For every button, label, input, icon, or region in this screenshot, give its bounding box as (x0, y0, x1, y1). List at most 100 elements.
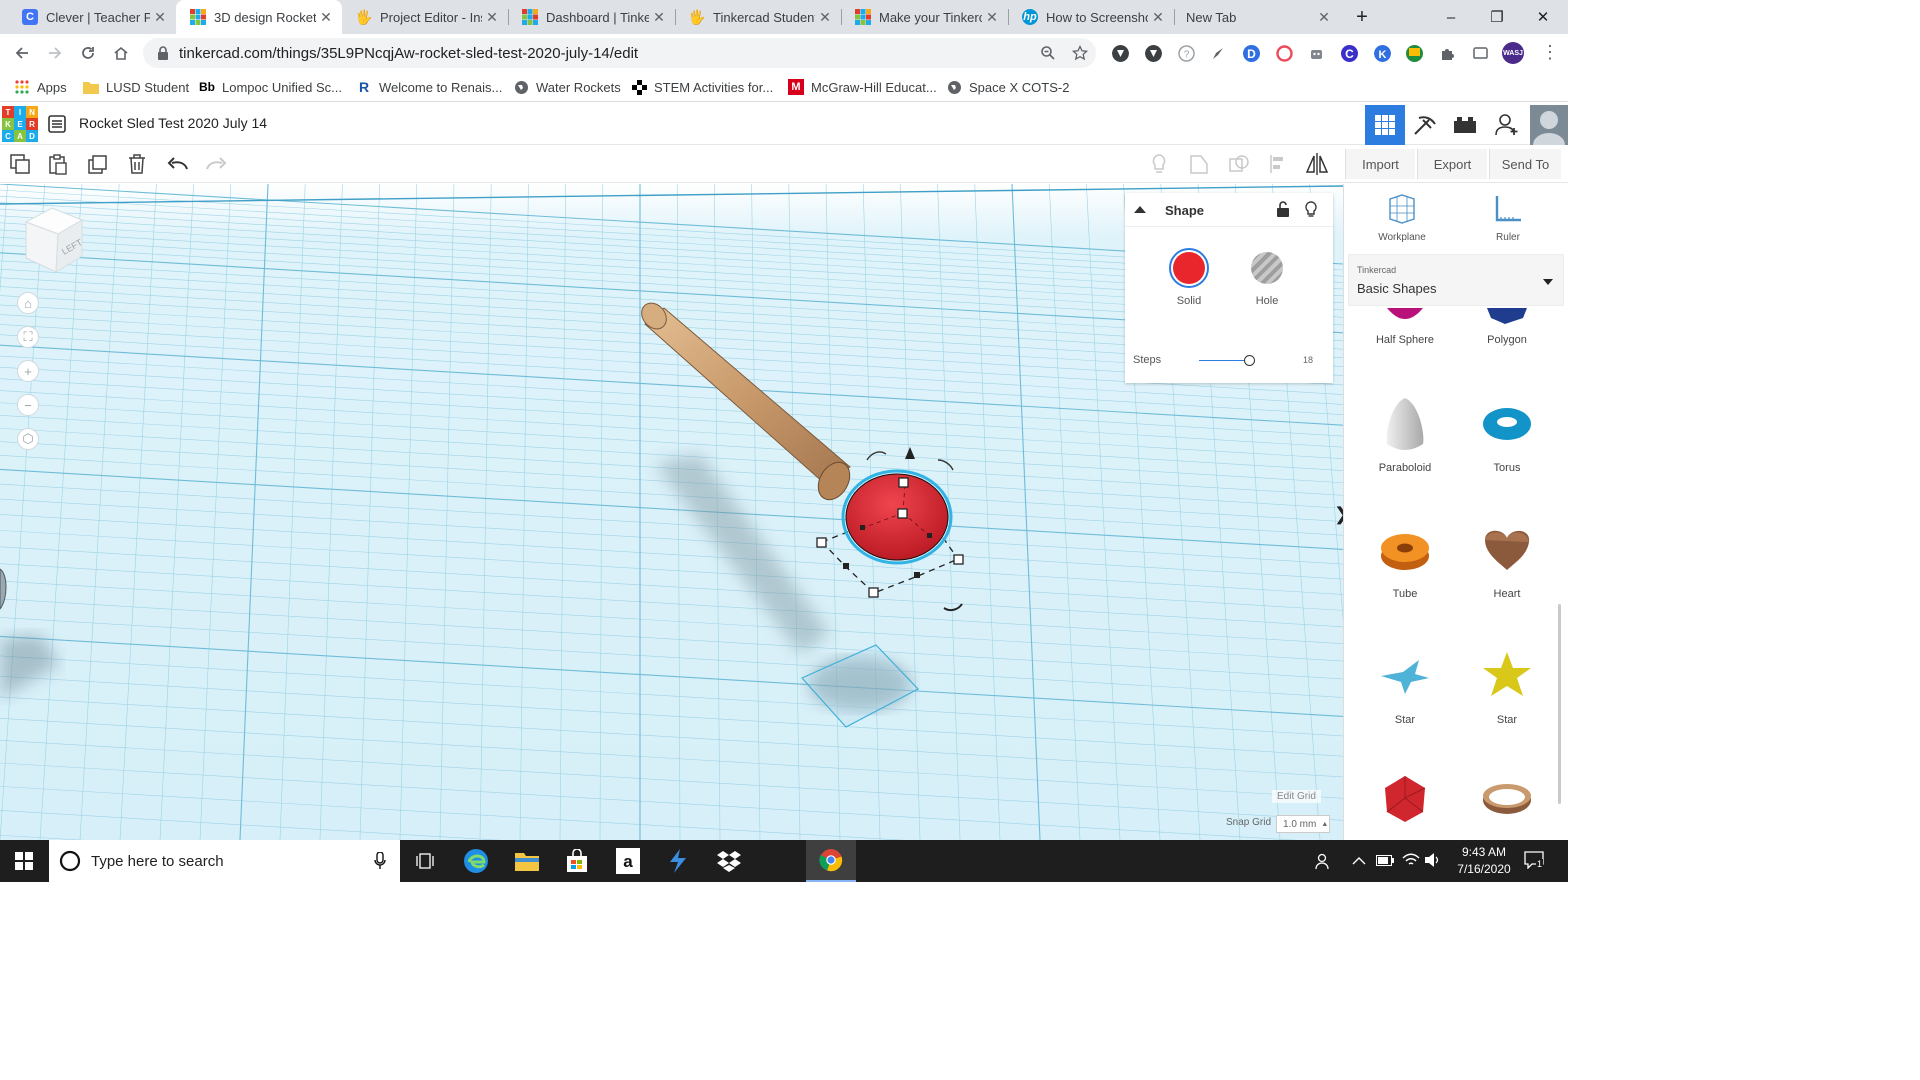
bookmark-apps[interactable]: Apps (14, 77, 67, 97)
shape-category-select[interactable]: Tinkercad Basic Shapes (1348, 254, 1564, 306)
chrome-taskbar-button[interactable] (806, 840, 856, 882)
align-button[interactable] (1265, 152, 1291, 176)
perspective-button[interactable]: ⬡ (17, 428, 39, 450)
tab-dashboard[interactable]: Dashboard | Tinker ✕ (508, 0, 675, 34)
user-avatar[interactable] (1530, 105, 1568, 145)
file-explorer-button[interactable] (502, 840, 552, 882)
panel-collapse-button[interactable]: ❯ (1334, 504, 1343, 525)
shape-ring[interactable] (1462, 772, 1552, 830)
workplane-button[interactable]: Workplane (1360, 194, 1444, 243)
half-sphere-shape[interactable] (841, 469, 953, 565)
view-cube[interactable]: LEFT (20, 202, 86, 279)
zoom-out-button[interactable]: − (17, 394, 39, 416)
tab-close-icon[interactable]: ✕ (1148, 9, 1168, 26)
send-to-button[interactable]: Send To (1489, 149, 1561, 179)
tab-close-icon[interactable]: ✕ (1314, 9, 1334, 26)
tab-project-editor[interactable]: 🖐 Project Editor - Ins ✕ (342, 0, 508, 34)
lightbulb-icon[interactable] (1304, 201, 1318, 218)
chevron-up-icon[interactable] (1352, 856, 1366, 866)
close-window-button[interactable]: ✕ (1520, 0, 1566, 34)
design-list-icon[interactable] (48, 115, 66, 138)
bookmark-lompoc[interactable]: Bb Lompoc Unified Sc... (199, 77, 342, 97)
classroom-extension-icon[interactable] (1406, 45, 1423, 62)
robot-extension-icon[interactable] (1308, 45, 1325, 62)
tab-close-icon[interactable]: ✕ (982, 9, 1002, 26)
shape-half-sphere[interactable]: Half Sphere (1360, 308, 1450, 346)
action-center-button[interactable]: 1 (1524, 851, 1546, 871)
volume-icon[interactable] (1424, 852, 1442, 868)
tab-close-icon[interactable]: ✕ (482, 9, 502, 26)
taskbar-clock[interactable]: 9:43 AM 7/16/2020 (1448, 844, 1520, 878)
add-user-button[interactable] (1487, 105, 1527, 145)
3d-view-button[interactable] (1365, 105, 1405, 145)
home-button[interactable] (107, 40, 135, 66)
tab-clever[interactable]: C Clever | Teacher Pa ✕ (8, 0, 176, 34)
k-extension-icon[interactable]: K (1374, 45, 1391, 62)
copy-button[interactable] (7, 152, 33, 176)
rocket-extension-icon[interactable] (1210, 45, 1227, 62)
tab-close-icon[interactable]: ✕ (150, 9, 170, 26)
tab-close-icon[interactable]: ✕ (649, 9, 669, 26)
fit-view-button[interactable]: ⛶ (17, 326, 39, 348)
app-lightning-button[interactable] (653, 840, 703, 882)
shape-torus[interactable]: Torus (1462, 394, 1552, 474)
ruler-button[interactable]: Ruler (1466, 194, 1550, 243)
bookmark-stem[interactable]: STEM Activities for... (631, 77, 773, 97)
codeblocks-button[interactable] (1445, 105, 1485, 145)
tab-3d-design[interactable]: 3D design Rocket S ✕ (176, 0, 342, 34)
shape-star-1[interactable]: Star (1360, 646, 1450, 726)
shape-polygon[interactable]: Polygon (1462, 308, 1552, 346)
tinkercad-logo[interactable]: T I N K E R C A D (2, 106, 38, 142)
store-button[interactable] (552, 840, 602, 882)
maximize-button[interactable]: ❐ (1474, 0, 1520, 34)
menu-kebab-icon[interactable]: ⋮ (1540, 42, 1560, 64)
forward-button[interactable] (41, 40, 69, 66)
steps-slider-knob[interactable] (1243, 355, 1255, 366)
redo-button[interactable] (203, 152, 229, 176)
dropbox-button[interactable] (704, 840, 754, 882)
tab-screenshot[interactable]: hp How to Screenshot ✕ (1008, 0, 1174, 34)
new-tab-button[interactable]: + (1340, 0, 1384, 34)
tab-tinkercad-student[interactable]: 🖐 Tinkercad Student ✕ (675, 0, 841, 34)
amazon-button[interactable]: a (603, 840, 653, 882)
home-view-button[interactable]: ⌂ (17, 292, 39, 314)
address-bar[interactable]: tinkercad.com/things/35L9PNcqjAw-rocket-… (143, 38, 1096, 68)
library-scrollbar[interactable] (1558, 604, 1561, 804)
shape-tube[interactable]: Tube (1360, 520, 1450, 600)
wifi-icon[interactable] (1402, 852, 1420, 868)
lifebuoy-extension-icon[interactable] (1276, 45, 1293, 62)
shape-heart[interactable]: Heart (1462, 520, 1552, 600)
reload-button[interactable] (74, 40, 102, 66)
zoom-in-button[interactable]: + (17, 360, 39, 382)
group-button[interactable] (1186, 152, 1212, 176)
tab-new-tab[interactable]: New Tab ✕ (1174, 0, 1340, 34)
bookmark-star-icon[interactable] (1072, 45, 1088, 61)
bookmark-lusd-student[interactable]: LUSD Student (83, 77, 189, 97)
minimize-button[interactable]: – (1428, 0, 1474, 34)
bookmark-renaissance[interactable]: R Welcome to Renais... (356, 77, 502, 97)
solid-color-button[interactable] (1169, 248, 1209, 288)
battery-icon[interactable] (1376, 855, 1394, 867)
unlock-icon[interactable] (1276, 201, 1290, 217)
microphone-icon[interactable] (374, 852, 386, 870)
back-button[interactable] (8, 40, 36, 66)
start-button[interactable] (0, 840, 48, 882)
duplicate-button[interactable] (85, 152, 111, 176)
tab-close-icon[interactable]: ✕ (316, 9, 336, 26)
design-title[interactable]: Rocket Sled Test 2020 July 14 (79, 115, 267, 131)
edit-grid-button[interactable]: Edit Grid (1272, 790, 1321, 803)
ungroup-button[interactable] (1226, 152, 1252, 176)
people-icon[interactable] (1314, 852, 1332, 870)
paste-button[interactable] (45, 152, 71, 176)
snap-grid-select[interactable]: 1.0 mm ▲ (1276, 815, 1330, 833)
zoom-icon[interactable] (1040, 45, 1056, 61)
bookmark-spacex[interactable]: Space X COTS-2 (946, 77, 1069, 97)
taskbar-search-box[interactable]: Type here to search (49, 840, 400, 882)
shape-star-2[interactable]: Star (1462, 646, 1552, 726)
shape-paraboloid[interactable]: Paraboloid (1360, 394, 1450, 474)
collapse-up-icon[interactable] (1133, 204, 1147, 214)
c-extension-icon[interactable]: C (1341, 45, 1358, 62)
mirror-button[interactable] (1304, 152, 1330, 176)
shape-icosahedron[interactable] (1360, 772, 1450, 830)
shield-extension-icon[interactable] (1145, 45, 1162, 62)
